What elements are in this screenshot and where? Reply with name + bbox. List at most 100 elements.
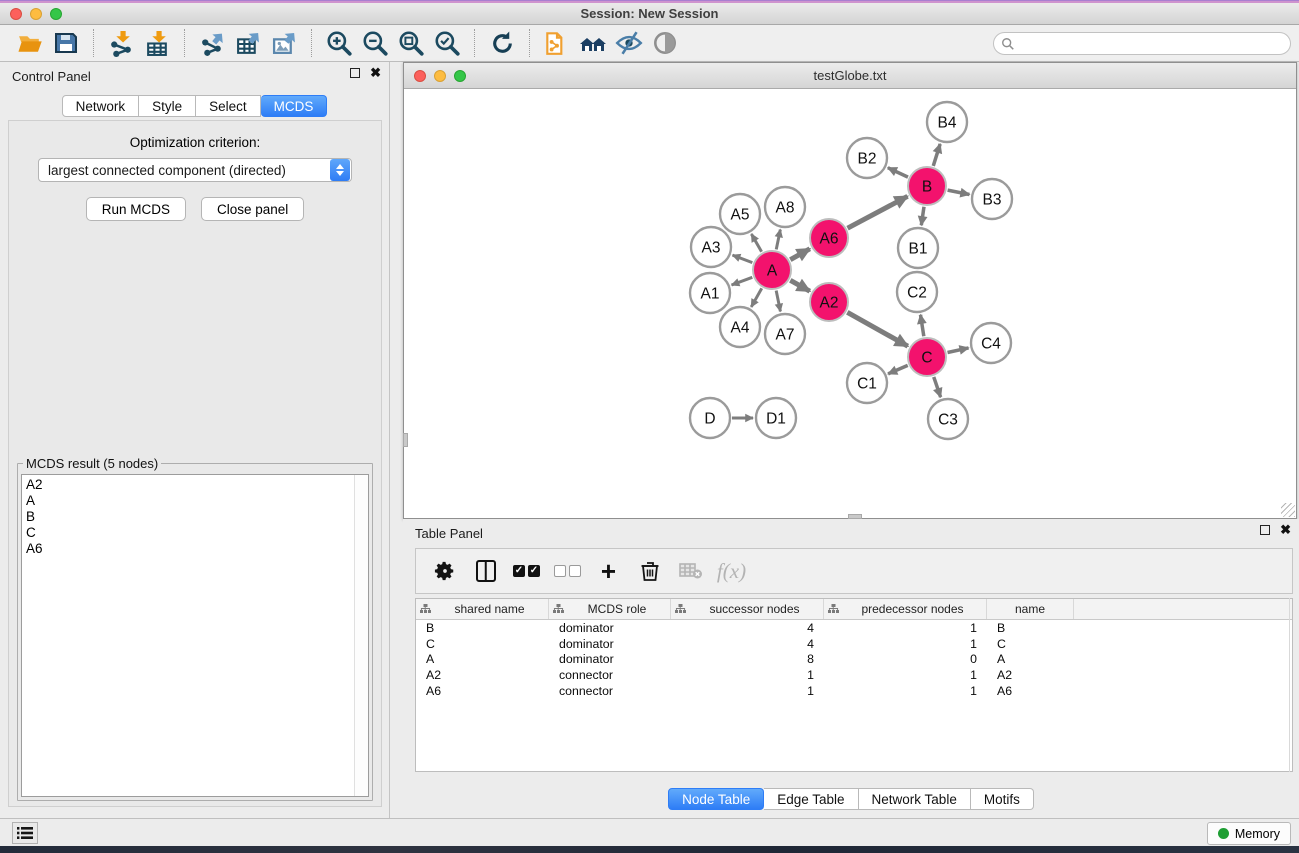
graph-edge-C-C1[interactable] [888,365,908,374]
zoom-in-icon[interactable] [321,27,357,59]
cell-successor-nodes[interactable]: 4 [671,637,824,651]
graph-edge-B-B4[interactable] [933,144,940,166]
graph-node-A1[interactable]: A1 [690,273,730,313]
network-canvas[interactable]: B4B2BB3A8A5A6A3B1AA1C2A2A4A7C4CC1C3DD1 [404,89,1296,518]
zoom-selected-icon[interactable] [429,27,465,59]
graph-edge-A6-B[interactable] [848,196,908,228]
cell-predecessor-nodes[interactable]: 1 [824,637,987,651]
table-tab-network-table[interactable]: Network Table [859,788,971,810]
tab-select[interactable]: Select [196,95,261,117]
criterion-dropdown[interactable]: largest connected component (directed) [38,158,352,182]
cell-MCDS-role[interactable]: connector [549,668,671,682]
table-scrollbar[interactable] [1289,598,1290,772]
result-list-scrollbar[interactable] [354,475,368,796]
cell-MCDS-role[interactable]: dominator [549,621,671,635]
cell-shared-name[interactable]: A6 [416,684,549,698]
cell-predecessor-nodes[interactable]: 0 [824,652,987,666]
close-panel-icon[interactable]: ✖ [370,68,381,78]
search-input[interactable] [1015,37,1290,51]
graph-node-A7[interactable]: A7 [765,314,805,354]
cell-name[interactable]: C [987,637,1074,651]
graph-edge-C-C3[interactable] [934,377,941,397]
import-network-icon[interactable] [103,27,139,59]
float-table-panel-icon[interactable] [1260,525,1270,535]
table-tab-motifs[interactable]: Motifs [971,788,1034,810]
column-header-MCDS-role[interactable]: MCDS role [549,599,671,619]
cell-name[interactable]: B [987,621,1074,635]
zoom-out-icon[interactable] [357,27,393,59]
graph-edge-A-A5[interactable] [751,234,761,252]
birds-eye-view-icon[interactable] [647,27,683,59]
table-row[interactable]: A2connector11A2 [416,667,1292,683]
graph-edge-B-B2[interactable] [888,168,908,177]
graph-node-A5[interactable]: A5 [720,194,760,234]
table-row[interactable]: Cdominator41C [416,636,1292,652]
graph-node-A4[interactable]: A4 [720,307,760,347]
zoom-fit-icon[interactable] [393,27,429,59]
cell-shared-name[interactable]: A2 [416,668,549,682]
import-table-icon[interactable] [139,27,175,59]
column-header-shared-name[interactable]: shared name [416,599,549,619]
task-history-button[interactable] [12,822,38,844]
graph-node-A2[interactable]: A2 [810,283,848,321]
graph-edge-A-A1[interactable] [732,277,753,285]
cell-MCDS-role[interactable]: dominator [549,637,671,651]
run-mcds-button[interactable]: Run MCDS [86,197,186,221]
close-table-panel-icon[interactable]: ✖ [1280,525,1291,535]
cell-predecessor-nodes[interactable]: 1 [824,668,987,682]
network-canvas-container[interactable]: B4B2BB3A8A5A6A3B1AA1C2A2A4A7C4CC1C3DD1 [404,89,1296,518]
mcds-result-item[interactable]: A [26,493,368,509]
window-resize-grip[interactable] [1281,503,1295,517]
window-edge-grip[interactable] [403,433,408,447]
cell-name[interactable]: A6 [987,684,1074,698]
graph-node-B2[interactable]: B2 [847,138,887,178]
graph-node-B4[interactable]: B4 [927,102,967,142]
table-row[interactable]: A6connector11A6 [416,683,1292,699]
graph-node-B1[interactable]: B1 [898,228,938,268]
export-network-icon[interactable] [194,27,230,59]
cell-predecessor-nodes[interactable]: 1 [824,621,987,635]
delete-row-icon[interactable] [631,553,668,589]
cell-shared-name[interactable]: C [416,637,549,651]
table-tab-edge-table[interactable]: Edge Table [764,788,858,810]
cell-shared-name[interactable]: A [416,652,549,666]
graph-edge-A-A2[interactable] [790,280,810,291]
select-all-icon[interactable]: ✓✓ [508,553,545,589]
graph-node-A8[interactable]: A8 [765,187,805,227]
cell-successor-nodes[interactable]: 8 [671,652,824,666]
graph-node-D1[interactable]: D1 [756,398,796,438]
graph-edge-A-A7[interactable] [776,291,780,312]
mcds-result-item[interactable]: A6 [26,541,368,557]
deselect-all-icon[interactable] [549,553,586,589]
mcds-result-item[interactable]: C [26,525,368,541]
network-window-titlebar[interactable]: testGlobe.txt [404,63,1296,89]
graph-edge-B-B1[interactable] [921,207,924,225]
search-field[interactable] [993,32,1291,55]
graph-node-C1[interactable]: C1 [847,363,887,403]
cell-predecessor-nodes[interactable]: 1 [824,684,987,698]
new-network-from-selection-icon[interactable] [539,27,575,59]
table-tab-node-table[interactable]: Node Table [668,788,764,810]
graph-node-C[interactable]: C [908,338,946,376]
graph-node-B[interactable]: B [908,167,946,205]
graph-edge-A2-C[interactable] [847,312,908,346]
column-header-successor-nodes[interactable]: successor nodes [671,599,824,619]
show-column-icon[interactable] [467,553,504,589]
cell-name[interactable]: A2 [987,668,1074,682]
tab-network[interactable]: Network [62,95,140,117]
tab-style[interactable]: Style [139,95,196,117]
memory-button[interactable]: Memory [1207,822,1291,845]
table-row[interactable]: Adominator80A [416,652,1292,668]
save-session-icon[interactable] [48,27,84,59]
cell-shared-name[interactable]: B [416,621,549,635]
cell-name[interactable]: A [987,652,1074,666]
float-panel-icon[interactable] [350,68,360,78]
refresh-icon[interactable] [484,27,520,59]
table-row[interactable]: Bdominator41B [416,620,1292,636]
graph-edge-A-A8[interactable] [776,230,780,250]
delete-table-icon[interactable] [672,553,709,589]
graph-node-A[interactable]: A [753,251,791,289]
export-table-icon[interactable] [230,27,266,59]
graph-edge-B-B3[interactable] [948,190,970,194]
cell-MCDS-role[interactable]: dominator [549,652,671,666]
